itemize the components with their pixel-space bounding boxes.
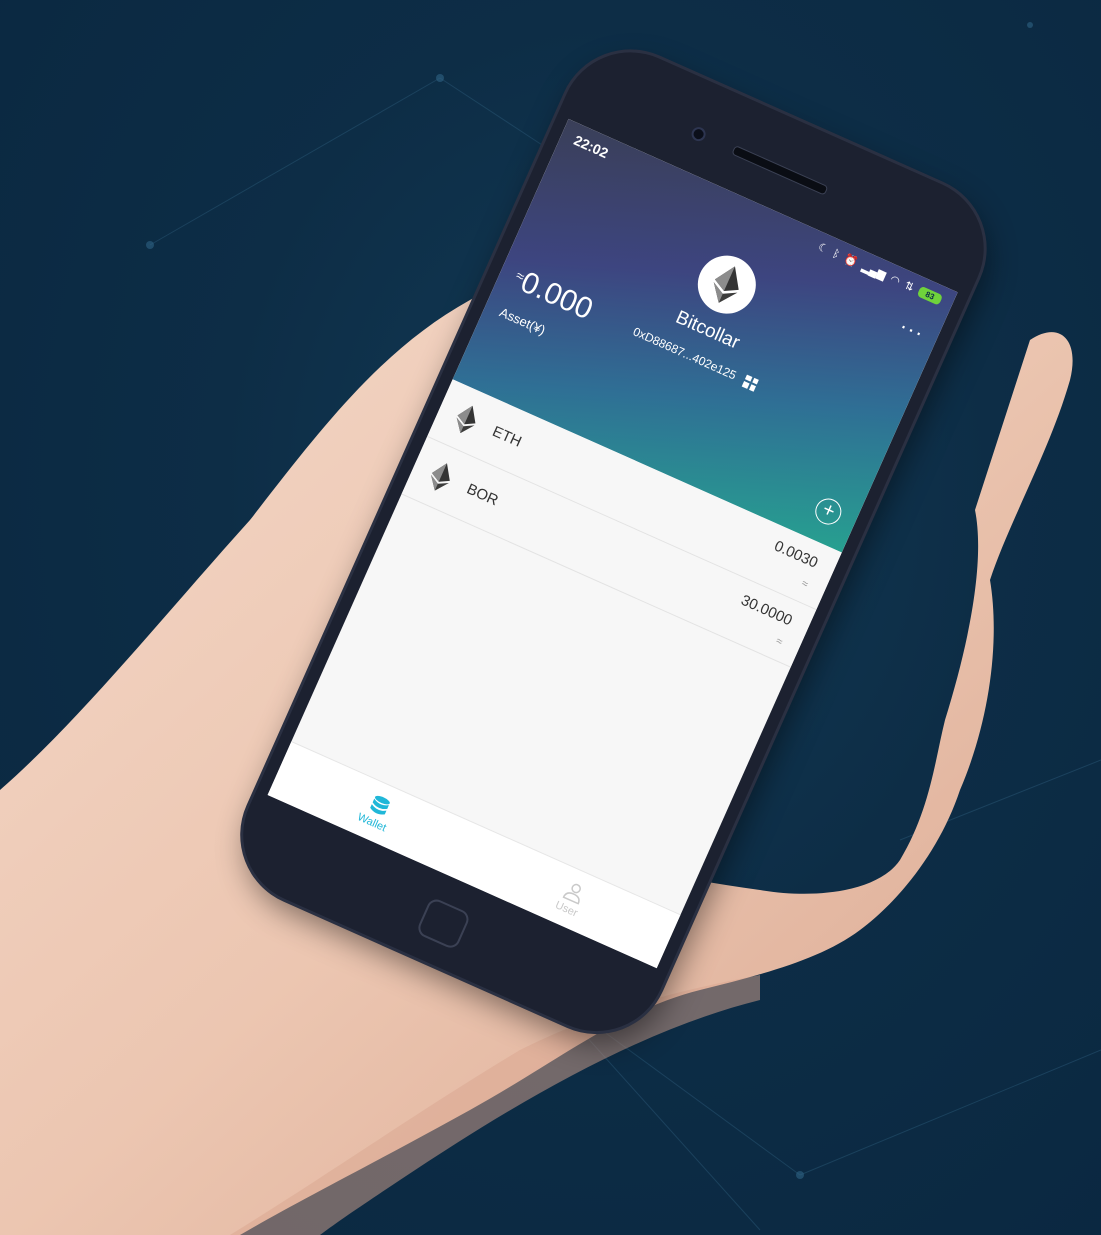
token-balance: 30.0000 xyxy=(738,591,795,630)
signal-icon: ▂▄▆ xyxy=(860,260,888,282)
data-icon: ⇅ xyxy=(902,279,916,295)
battery-indicator: 83 xyxy=(916,285,944,306)
token-value: ≈ xyxy=(773,635,785,649)
status-time: 22:02 xyxy=(571,131,611,162)
alarm-icon: ⏰ xyxy=(842,252,860,270)
token-value: ≈ xyxy=(799,577,810,591)
wallet-avatar[interactable] xyxy=(688,246,766,323)
more-button[interactable]: ··· xyxy=(896,313,929,346)
balance-label: Asset(¥) xyxy=(497,304,548,338)
token-balance: 0.0030 xyxy=(771,537,821,572)
wifi-icon: ◠ xyxy=(888,273,902,289)
add-token-button[interactable]: + xyxy=(811,494,846,529)
token-symbol: ETH xyxy=(489,422,525,451)
qr-code-icon[interactable] xyxy=(742,374,760,392)
bluetooth-icon: ᛒ xyxy=(830,247,842,261)
ethereum-icon xyxy=(431,463,450,491)
ethereum-icon xyxy=(456,405,476,434)
moon-icon: ☾ xyxy=(816,241,830,257)
token-symbol: BOR xyxy=(464,480,501,510)
ethereum-icon xyxy=(713,266,739,303)
